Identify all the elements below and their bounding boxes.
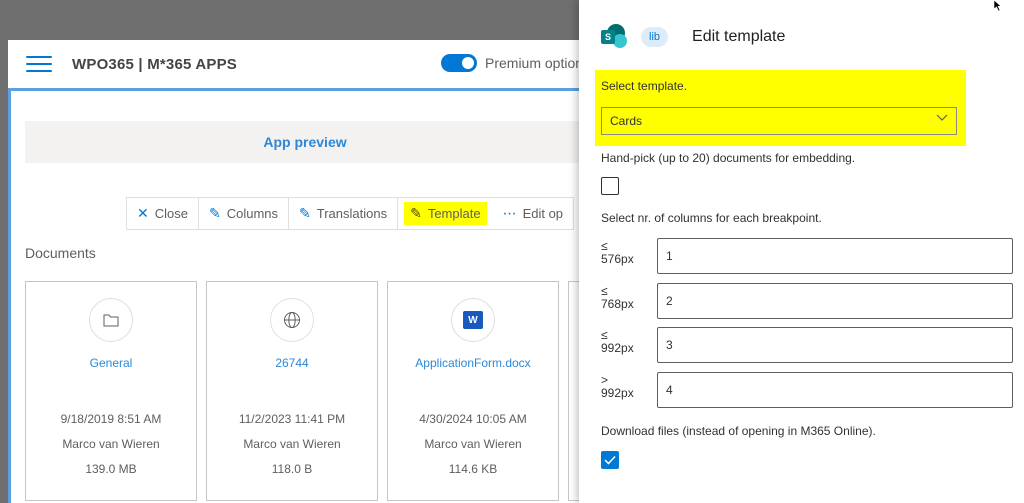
breakpoint-label: ≤768px (601, 284, 634, 311)
preview-frame: App preview ✕ Close ✎ Columns ✎ Translation… (8, 88, 608, 503)
pencil-icon: ✎ (410, 205, 422, 221)
close-icon: ✕ (137, 205, 149, 221)
card-date: 9/18/2019 8:51 AM (60, 412, 162, 426)
handpick-checkbox[interactable] (601, 177, 619, 195)
close-button[interactable]: ✕ Close (127, 198, 199, 229)
breakpoint-row: >992px 4 (601, 372, 1013, 408)
breakpoint-label: ≤992px (601, 328, 634, 355)
template-dropdown[interactable]: Cards (601, 107, 957, 135)
handpick-label: Hand-pick (up to 20) documents for embed… (601, 151, 856, 165)
app-preview-bar: App preview (25, 121, 605, 163)
breakpoint-row: ≤768px 2 (601, 283, 1013, 319)
card-date: 4/30/2024 10:05 AM (419, 412, 527, 426)
premium-label: Premium options (485, 55, 591, 71)
breakpoint-row: ≤992px 3 (601, 327, 1013, 363)
globe-icon (270, 298, 314, 342)
document-card[interactable]: 26744 11/2/2023 11:41 PM Marco van Wiere… (206, 281, 378, 501)
pencil-icon: ✎ (208, 205, 221, 221)
premium-toggle[interactable]: Premium options (441, 54, 590, 72)
card-date: 11/2/2023 11:41 PM (238, 412, 346, 426)
download-checkbox[interactable] (601, 451, 619, 469)
card-size: 118.0 B (271, 462, 313, 476)
lib-badge: lib (641, 27, 669, 47)
sharepoint-logo-icon: S (601, 24, 627, 50)
edit-options-button[interactable]: ⋯ Edit op (493, 198, 573, 229)
download-label: Download files (instead of opening in M3… (601, 424, 876, 438)
chevron-down-icon (936, 113, 948, 125)
edit-template-panel: S lib Edit template Select template. Car… (579, 0, 1024, 503)
card-name[interactable]: General (26, 356, 196, 370)
app-window: WPO365 | M*365 APPS Premium options App … (8, 40, 608, 503)
folder-icon (89, 298, 133, 342)
card-name[interactable]: ApplicationForm.docx (388, 356, 558, 370)
card-author: Marco van Wieren (243, 437, 341, 451)
translations-button[interactable]: ✎ Translations (289, 198, 399, 229)
columns-label: Select nr. of columns for each breakpoin… (601, 211, 822, 225)
breakpoint-label: ≤576px (601, 239, 634, 266)
columns-button[interactable]: ✎ Columns (199, 198, 290, 229)
breakpoint-768-input[interactable]: 2 (657, 283, 1013, 319)
command-bar: ✕ Close ✎ Columns ✎ Translations ✎ Template … (126, 197, 575, 230)
breakpoint-label: >992px (601, 373, 634, 400)
documents-heading: Documents (25, 245, 96, 261)
card-name[interactable]: 26744 (207, 356, 377, 370)
dropdown-value: Cards (610, 114, 643, 128)
breakpoint-row: ≤576px 1 (601, 238, 1013, 274)
word-icon: W (451, 298, 495, 342)
hamburger-menu-icon[interactable] (26, 56, 52, 72)
card-size: 139.0 MB (85, 462, 137, 476)
select-template-label: Select template. (601, 79, 688, 93)
select-template-section: Select template. Cards (595, 70, 966, 146)
template-button[interactable]: ✎ Template (404, 202, 487, 225)
panel-header: S lib Edit template (601, 24, 785, 50)
breakpoint-992-input[interactable]: 3 (657, 327, 1013, 363)
app-title: WPO365 | M*365 APPS (72, 55, 238, 73)
breakpoint-gt992-input[interactable]: 4 (657, 372, 1013, 408)
breakpoint-576-input[interactable]: 1 (657, 238, 1013, 274)
pencil-icon: ✎ (299, 205, 311, 221)
panel-title: Edit template (692, 28, 786, 45)
card-author: Marco van Wieren (62, 437, 160, 451)
checkmark-icon (604, 455, 616, 465)
document-card[interactable]: W ApplicationForm.docx 4/30/2024 10:05 A… (387, 281, 559, 501)
app-header: WPO365 | M*365 APPS Premium options (8, 40, 608, 88)
app-preview-label: App preview (263, 134, 347, 150)
card-size: 114.6 KB (448, 462, 498, 476)
more-icon: ⋯ (502, 205, 517, 221)
card-author: Marco van Wieren (424, 437, 522, 451)
document-card[interactable]: General 9/18/2019 8:51 AM Marco van Wier… (25, 281, 197, 501)
mouse-cursor-icon (993, 0, 1003, 15)
toggle-switch[interactable] (441, 54, 477, 72)
